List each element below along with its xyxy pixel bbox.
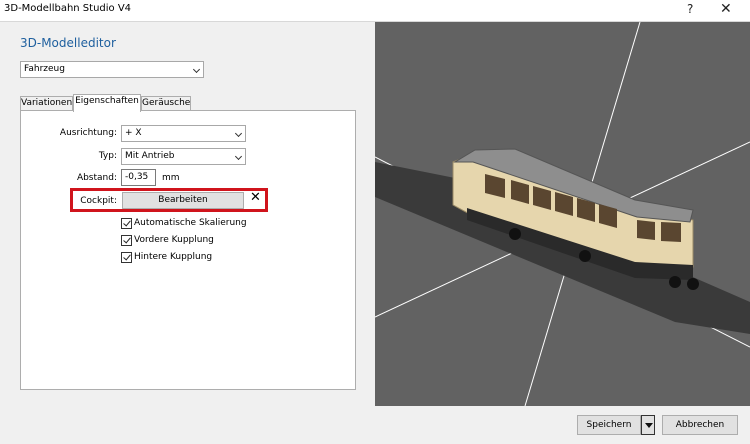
wheel xyxy=(509,228,521,240)
wheel xyxy=(579,250,591,262)
object-type-value: Fahrzeug xyxy=(24,64,65,74)
editor-title: 3D-Modelleditor xyxy=(20,36,116,50)
abstand-value: -0,35 xyxy=(125,172,149,182)
ausrichtung-select[interactable]: + X xyxy=(121,125,246,142)
abstand-input[interactable]: -0,35 xyxy=(121,169,156,186)
clear-cockpit-icon[interactable]: ✕ xyxy=(250,190,261,205)
front-coupling-checkbox[interactable] xyxy=(121,235,132,246)
ausrichtung-value: + X xyxy=(125,128,142,138)
chevron-down-icon xyxy=(234,129,243,138)
auto-scale-label: Automatische Skalierung xyxy=(134,218,247,228)
wheel xyxy=(669,276,681,288)
chevron-down-icon xyxy=(234,152,243,161)
title-bar: 3D-Modellbahn Studio V4 ? ✕ xyxy=(0,0,750,21)
rear-coupling-label: Hintere Kupplung xyxy=(134,252,213,262)
tab-variationen[interactable]: Variationen xyxy=(20,96,73,111)
wheel xyxy=(687,278,699,290)
abstand-unit: mm xyxy=(162,173,180,183)
save-button[interactable]: Speichern xyxy=(577,415,641,435)
close-icon[interactable]: ✕ xyxy=(720,1,732,17)
window-title: 3D-Modellbahn Studio V4 xyxy=(4,3,132,14)
front-coupling-label: Vordere Kupplung xyxy=(134,235,214,245)
abstand-label: Abstand: xyxy=(76,173,117,183)
cancel-button[interactable]: Abbrechen xyxy=(662,415,738,435)
rear-coupling-checkbox[interactable] xyxy=(121,252,132,263)
typ-label: Typ: xyxy=(98,151,117,161)
cockpit-edit-button[interactable]: Bearbeiten xyxy=(122,192,244,209)
typ-select[interactable]: Mit Antrieb xyxy=(121,148,246,165)
save-options-chevron-icon[interactable] xyxy=(641,415,655,435)
tab-geraeusche[interactable]: Geräusche xyxy=(141,96,191,111)
object-type-select[interactable]: Fahrzeug xyxy=(20,61,204,78)
cockpit-label: Cockpit: xyxy=(80,196,117,206)
chevron-down-icon xyxy=(192,65,201,74)
3d-viewport[interactable] xyxy=(375,22,750,406)
typ-value: Mit Antrieb xyxy=(125,151,175,161)
ausrichtung-label: Ausrichtung: xyxy=(59,128,117,138)
auto-scale-checkbox[interactable] xyxy=(121,218,132,229)
tab-eigenschaften[interactable]: Eigenschaften xyxy=(73,94,141,112)
viewport-scene xyxy=(375,22,750,406)
help-icon[interactable]: ? xyxy=(687,2,693,16)
